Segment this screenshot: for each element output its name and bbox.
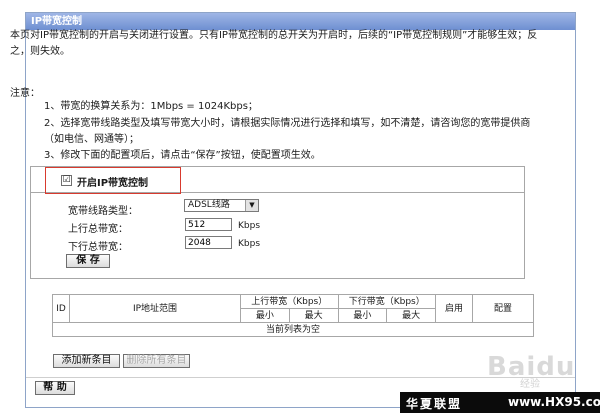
table-header-row: ID IP地址范围 上行带宽（Kbps） 下行带宽（Kbps） 启用 配置 <box>52 294 534 323</box>
download-label: 下行总带宽： <box>68 242 128 253</box>
col-download: 下行带宽（Kbps） <box>337 294 436 309</box>
empty-list-message: 当前列表为空 <box>52 322 534 337</box>
rules-table: ID IP地址范围 上行带宽（Kbps） 下行带宽（Kbps） 启用 配置 最小… <box>52 294 534 337</box>
col-id: ID <box>52 294 70 323</box>
col-download-max: 最大 <box>386 308 436 323</box>
download-bandwidth-input[interactable] <box>185 236 232 249</box>
note-item: 2、选择宽带线路类型及填写带宽大小时，请根据实际情况进行选择和填写，如不清楚，请… <box>44 118 531 145</box>
line-type-value: ADSL线路 <box>188 200 230 210</box>
col-download-min: 最小 <box>337 308 388 323</box>
col-ip-range: IP地址范围 <box>69 294 241 323</box>
enable-bandwidth-checkbox[interactable]: ☑ <box>61 175 72 186</box>
brand-url: www.HX95.com <box>508 395 600 409</box>
page-description: 本页对IP带宽控制的开启与关闭进行设置。只有IP带宽控制的总开关为开启时，后续的… <box>10 30 538 57</box>
col-upload-min: 最小 <box>240 308 290 323</box>
col-upload: 上行带宽（Kbps） <box>240 294 339 309</box>
note-item: 3、修改下面的配置项后，请点击“保存”按钮，使配置项生效。 <box>44 150 321 161</box>
col-upload-max: 最大 <box>288 308 339 323</box>
upload-label: 上行总带宽： <box>68 224 128 235</box>
line-type-select[interactable]: ADSL线路 ▼ <box>184 199 259 212</box>
footer-brand-bar: 华夏联盟 www.HX95.com <box>400 392 600 413</box>
add-entry-button[interactable]: 添加新条目 <box>53 354 120 368</box>
brand-name: 华夏联盟 <box>406 397 463 411</box>
note-title: 注意： <box>10 88 40 99</box>
line-type-label: 宽带线路类型： <box>68 206 138 217</box>
delete-all-button[interactable]: 删除所有条目 <box>123 354 190 368</box>
save-button[interactable]: 保 存 <box>66 254 110 268</box>
table-row: 当前列表为空 <box>52 322 534 337</box>
download-unit: Kbps <box>238 239 261 249</box>
col-enable: 启用 <box>435 294 473 323</box>
enable-bandwidth-label: 开启IP带宽控制 <box>77 178 149 189</box>
col-config: 配置 <box>472 294 534 323</box>
upload-bandwidth-input[interactable] <box>185 218 232 231</box>
note-item: 1、带宽的换算关系为：1Mbps = 1024Kbps； <box>44 101 258 112</box>
baidu-watermark-sub: 经验 <box>520 379 540 390</box>
help-button[interactable]: 帮 助 <box>35 381 75 395</box>
chevron-down-icon: ▼ <box>245 200 258 211</box>
upload-unit: Kbps <box>238 221 261 231</box>
